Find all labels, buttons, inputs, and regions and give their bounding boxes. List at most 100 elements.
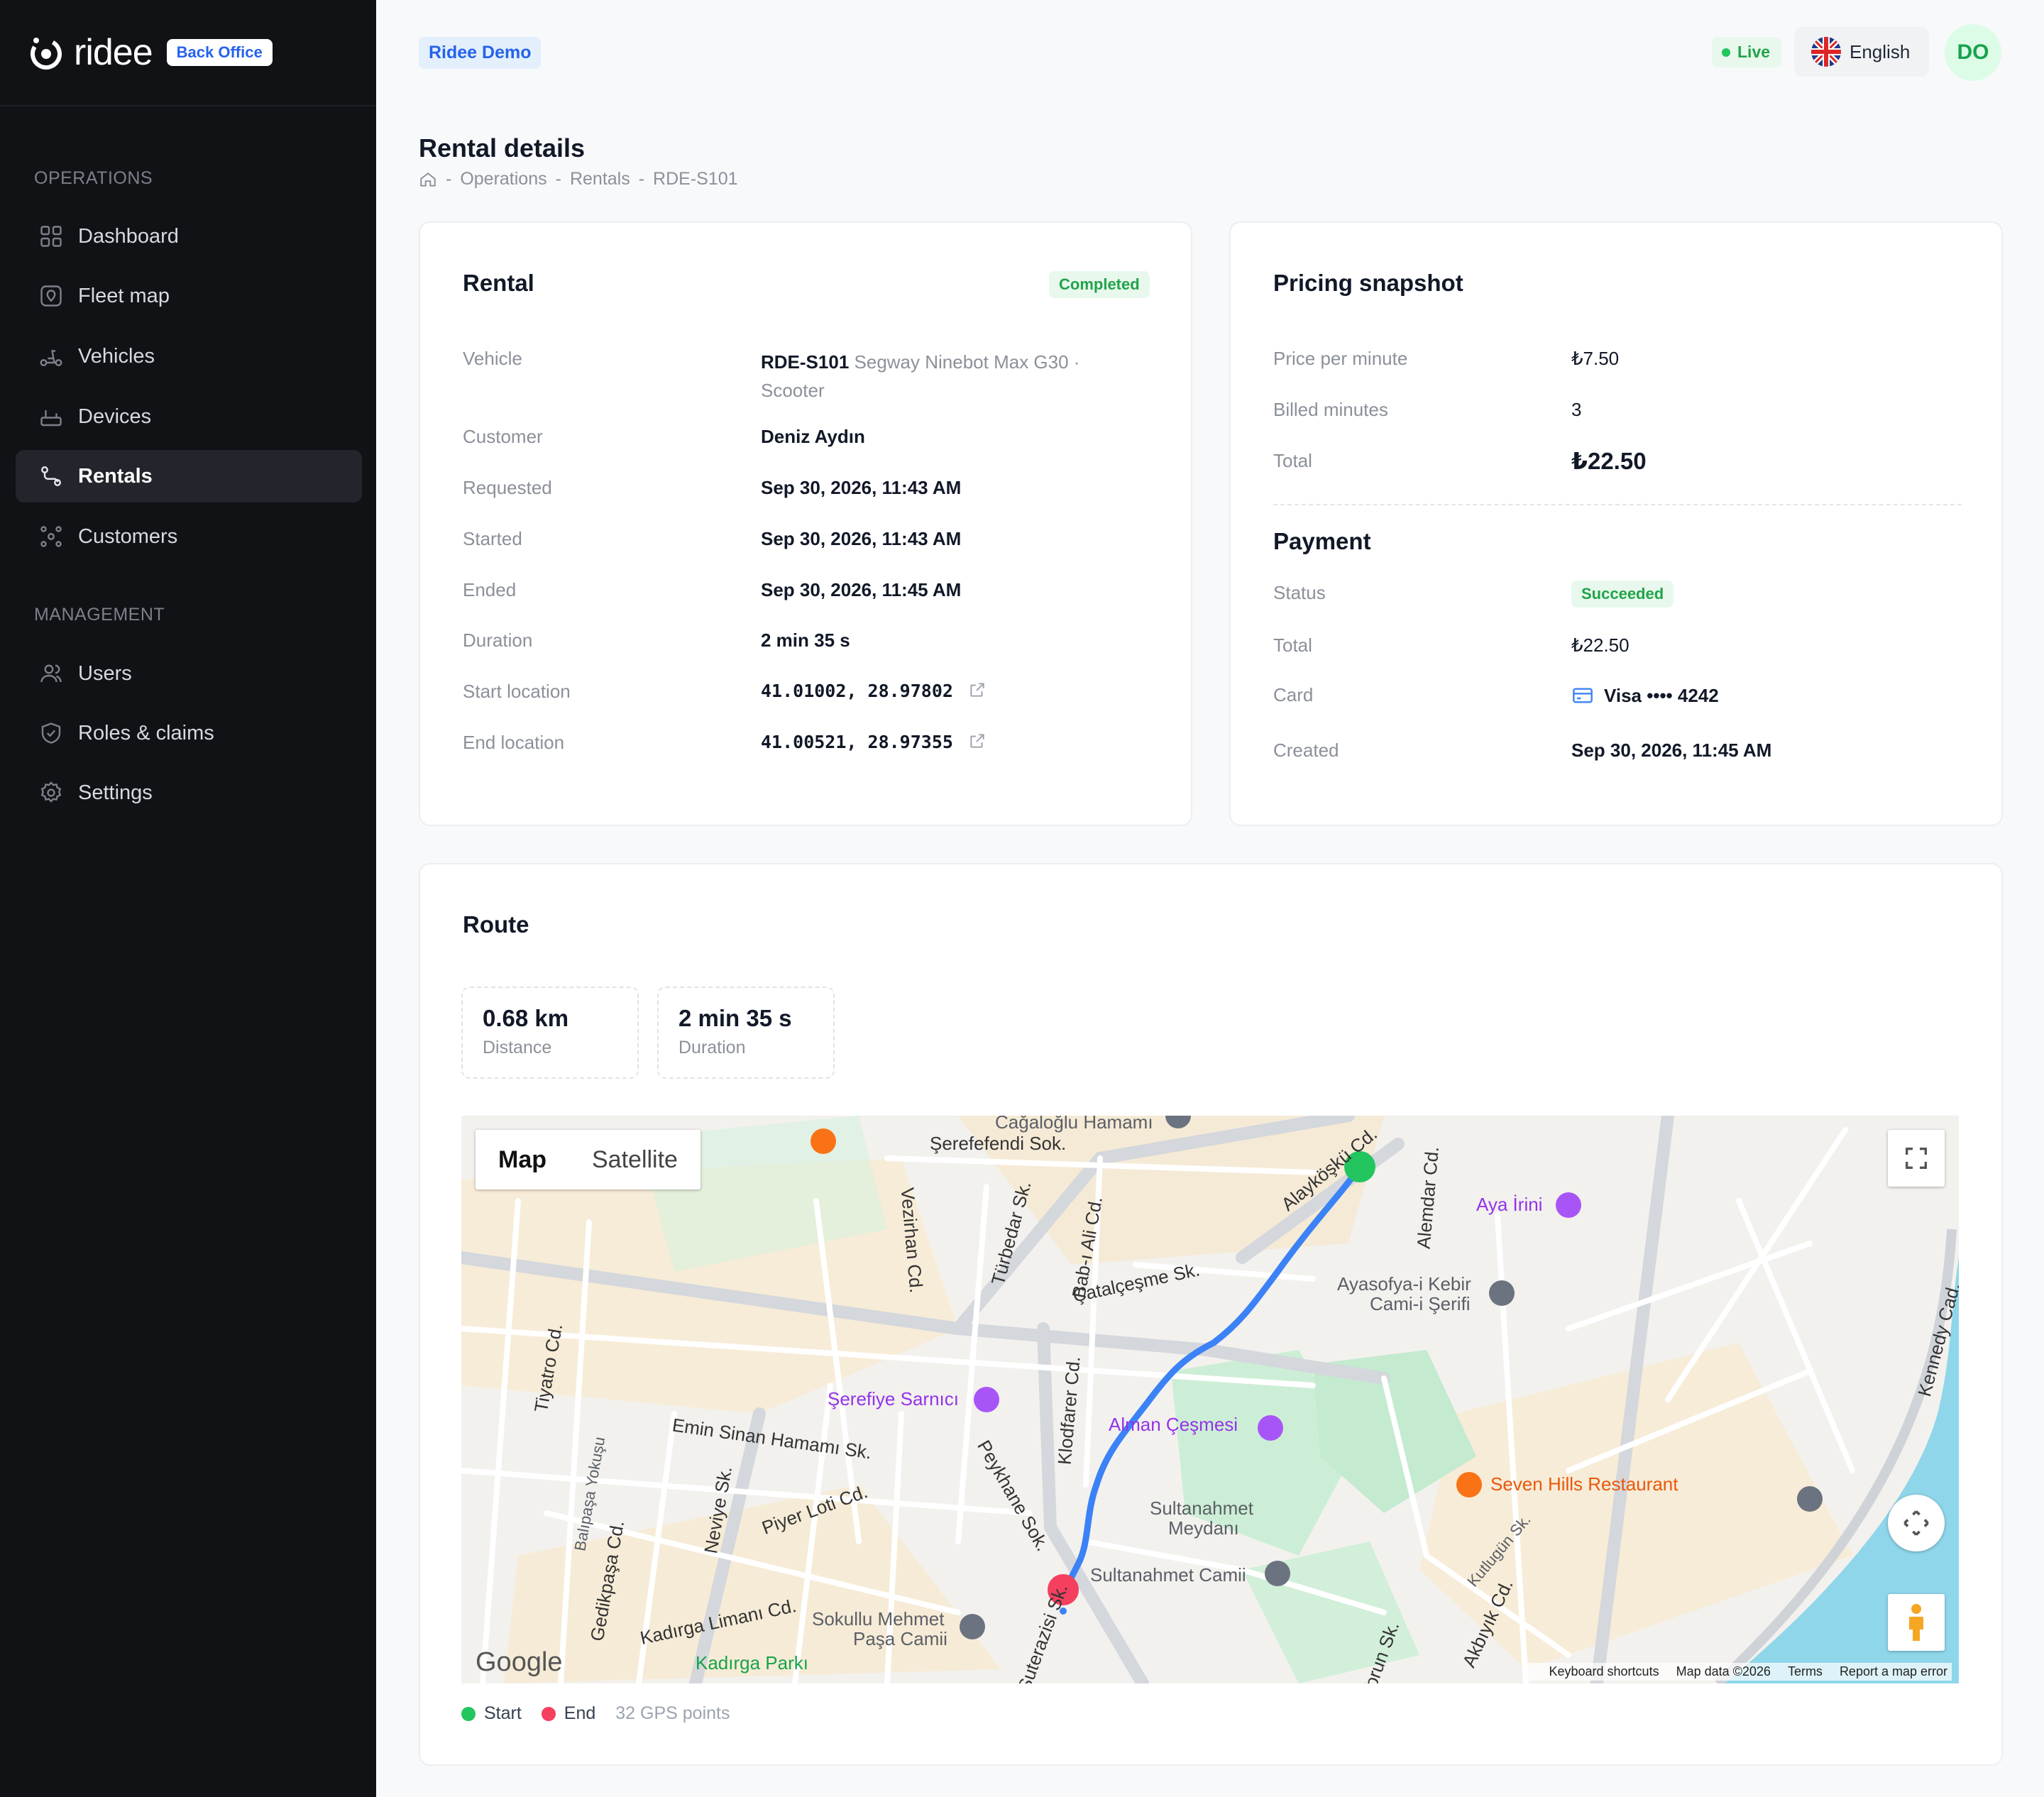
sidebar-item-dashboard[interactable]: Dashboard bbox=[16, 210, 362, 263]
map-type-satellite-button[interactable]: Satellite bbox=[569, 1130, 700, 1189]
vehicle-type: Scooter bbox=[761, 380, 825, 401]
user-avatar[interactable]: DO bbox=[1945, 24, 2001, 81]
sidebar-item-label: Settings bbox=[78, 781, 153, 804]
fullscreen-button[interactable] bbox=[1888, 1130, 1945, 1187]
language-label: English bbox=[1850, 40, 1911, 62]
route-icon bbox=[41, 466, 61, 486]
map-label: Paşa Camii bbox=[853, 1628, 947, 1649]
card-value: Visa •••• 4242 bbox=[1571, 684, 1719, 707]
sidebar-item-label: Fleet map bbox=[78, 284, 170, 307]
move-icon bbox=[1903, 1510, 1929, 1536]
breadcrumb-separator: - bbox=[638, 169, 645, 189]
breadcrumb-rentals[interactable]: Rentals bbox=[570, 169, 630, 189]
vehicle-value[interactable]: RDE-S101 Segway Ninebot Max G30 · Scoote… bbox=[761, 348, 1158, 405]
keyboard-shortcuts-link[interactable]: Keyboard shortcuts bbox=[1549, 1664, 1659, 1679]
sidebar-item-customers[interactable]: Customers bbox=[16, 510, 362, 563]
distance-stat: 0.68 km Distance bbox=[461, 987, 639, 1079]
breadcrumb-current: RDE-S101 bbox=[653, 169, 738, 189]
start-dot bbox=[461, 1706, 476, 1721]
sidebar-item-label: Devices bbox=[78, 405, 152, 428]
map-label: Sultanahmet Camii bbox=[1090, 1564, 1246, 1586]
start-location-label: Start location bbox=[463, 681, 571, 702]
camera-control-button[interactable] bbox=[1888, 1495, 1945, 1551]
distance-label: Distance bbox=[483, 1038, 552, 1057]
requested-label: Requested bbox=[463, 477, 552, 498]
pegman-icon bbox=[1909, 1604, 1923, 1641]
pricing-total-value: ₺22.50 bbox=[1571, 448, 1647, 474]
tenant-badge[interactable]: Ridee Demo bbox=[419, 37, 542, 69]
sidebar-item-users[interactable]: Users bbox=[16, 647, 362, 700]
sidebar-item-roles-claims[interactable]: Roles & claims bbox=[16, 707, 362, 759]
map-type-map-button[interactable]: Map bbox=[476, 1130, 569, 1189]
requested-value: Sep 30, 2026, 11:43 AM bbox=[761, 477, 962, 498]
sidebar-item-settings[interactable]: Settings bbox=[16, 766, 362, 819]
started-value: Sep 30, 2026, 11:43 AM bbox=[761, 528, 962, 549]
map-label: Ayasofya-i Kebir bbox=[1337, 1273, 1471, 1295]
gps-points-count: 32 GPS points bbox=[615, 1703, 730, 1723]
legend-end-label: End bbox=[564, 1703, 596, 1723]
sidebar-item-label: Users bbox=[78, 661, 132, 685]
card-label: Card bbox=[1273, 684, 1314, 705]
sidebar-item-fleet-map[interactable]: Fleet map bbox=[16, 270, 362, 322]
language-selector[interactable]: English bbox=[1794, 27, 1929, 77]
customers-icon bbox=[40, 526, 62, 547]
breadcrumb-separator: - bbox=[446, 169, 452, 189]
back-office-badge: Back Office bbox=[166, 39, 273, 66]
legend-end: End bbox=[541, 1703, 596, 1724]
map-label: Şerefefendi Sok. bbox=[930, 1133, 1067, 1154]
pricing-card: Pricing snapshot Price per minute ₺7.50 … bbox=[1229, 221, 2003, 826]
scooter-icon bbox=[40, 350, 62, 366]
route-duration-label: Duration bbox=[678, 1038, 746, 1057]
duration-value: 2 min 35 s bbox=[761, 630, 850, 651]
end-location-label: End location bbox=[463, 732, 565, 753]
payment-title: Payment bbox=[1273, 528, 1371, 554]
distance-value: 0.68 km bbox=[483, 1005, 569, 1031]
rental-card-title: Rental bbox=[463, 270, 534, 296]
map-label: Kadırga Parkı bbox=[696, 1652, 808, 1674]
price-per-minute-label: Price per minute bbox=[1273, 348, 1408, 369]
end-location-link[interactable]: 41.00521, 28.97355 bbox=[761, 732, 987, 752]
sidebar-item-devices[interactable]: Devices bbox=[16, 390, 362, 443]
pricing-divider bbox=[1273, 504, 1962, 505]
sidebar-item-rentals[interactable]: Rentals bbox=[16, 450, 362, 502]
end-location-value: 41.00521, 28.97355 bbox=[761, 732, 953, 752]
customer-value[interactable]: Deniz Aydın bbox=[761, 426, 865, 448]
google-logo[interactable]: Google bbox=[476, 1647, 563, 1678]
start-location-link[interactable]: 41.01002, 28.97802 bbox=[761, 681, 987, 701]
price-per-minute-value: ₺7.50 bbox=[1571, 348, 1620, 369]
legend-start-label: Start bbox=[484, 1703, 522, 1723]
sidebar-section-operations: OPERATIONS bbox=[34, 168, 153, 188]
street-view-button[interactable] bbox=[1888, 1594, 1945, 1651]
route-legend: Start End 32 GPS points bbox=[461, 1703, 730, 1724]
vehicle-model: Segway Ninebot Max G30 · bbox=[854, 351, 1080, 373]
uk-flag-icon bbox=[1811, 37, 1841, 67]
users-icon bbox=[40, 664, 62, 683]
duration-stat: 2 min 35 s Duration bbox=[657, 987, 835, 1079]
breadcrumb-operations[interactable]: Operations bbox=[460, 169, 546, 189]
map-label: Alman Çeşmesi bbox=[1109, 1414, 1238, 1435]
map-footer: Keyboard shortcuts Map data ©2026 Terms … bbox=[1527, 1663, 1952, 1681]
legend-start: Start bbox=[461, 1703, 522, 1724]
shield-check-icon bbox=[41, 722, 61, 744]
end-dot bbox=[541, 1706, 556, 1721]
brand-logo[interactable]: ridee Back Office bbox=[28, 31, 273, 74]
map-base bbox=[461, 1116, 1959, 1683]
brand-name: ridee bbox=[74, 32, 153, 73]
external-link-icon bbox=[970, 734, 984, 748]
rental-status-badge: Completed bbox=[1049, 271, 1150, 298]
report-map-error-link[interactable]: Report a map error bbox=[1840, 1664, 1947, 1679]
route-map[interactable]: Cağaloğlu Hamamı Şerefefendi Sok. Alaykö… bbox=[461, 1116, 1959, 1683]
sidebar-item-label: Customers bbox=[78, 524, 178, 548]
terms-link[interactable]: Terms bbox=[1788, 1664, 1823, 1679]
fullscreen-icon bbox=[1906, 1148, 1927, 1169]
map-label: Aya İrini bbox=[1476, 1194, 1543, 1215]
home-icon[interactable] bbox=[419, 170, 437, 189]
created-value: Sep 30, 2026, 11:45 AM bbox=[1571, 740, 1772, 761]
sidebar-item-vehicles[interactable]: Vehicles bbox=[16, 330, 362, 383]
payment-total-label: Total bbox=[1273, 634, 1312, 656]
credit-card-icon bbox=[1573, 688, 1593, 703]
sidebar-item-label: Dashboard bbox=[78, 224, 179, 248]
map-label: Şerefiye Sarnıcı bbox=[828, 1388, 959, 1409]
vehicle-id: RDE-S101 bbox=[761, 351, 850, 373]
grid-icon bbox=[40, 226, 62, 247]
